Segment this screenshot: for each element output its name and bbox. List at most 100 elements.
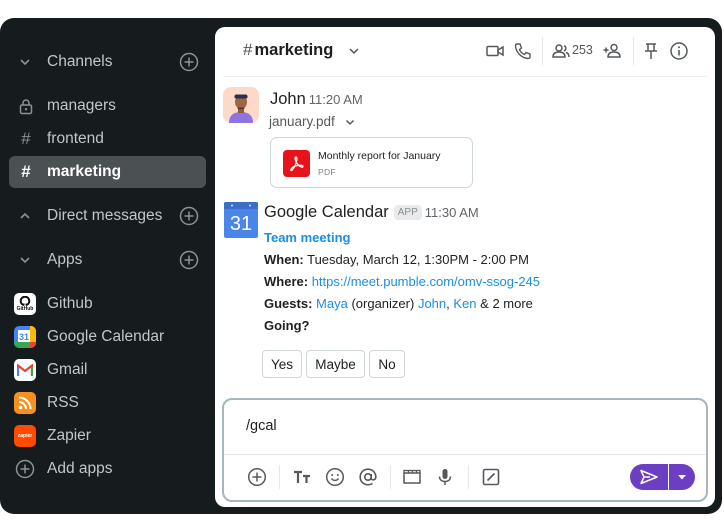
app-label: RSS [47, 394, 79, 411]
meeting-link[interactable]: https://meet.pumble.com/omv-ssog-245 [312, 274, 540, 289]
guest-separator: , [446, 296, 450, 311]
channel-label: marketing [47, 163, 122, 180]
header-divider [633, 37, 634, 65]
phone-call-icon[interactable] [513, 41, 533, 61]
rsvp-maybe-button[interactable]: Maybe [306, 350, 365, 378]
file-name: january.pdf [269, 114, 335, 129]
message-timestamp: 11:30 AM [424, 205, 479, 220]
channels-header-label: Channels [47, 53, 113, 70]
toolbar-divider [390, 465, 391, 489]
add-icon [15, 459, 35, 479]
app-badge: APP [393, 205, 422, 220]
sidebar-app-gmail[interactable]: Gmail [0, 355, 215, 385]
toolbar-divider [468, 465, 469, 489]
message-timestamp: 11:20 AM [308, 92, 363, 107]
chevron-down-icon[interactable] [18, 253, 32, 267]
rss-logo-icon [14, 392, 36, 414]
author-name[interactable]: Google Calendar [264, 203, 389, 221]
app-label: Google Calendar [47, 328, 165, 345]
sidebar-channel-managers[interactable]: managers [9, 90, 206, 122]
text-format-icon[interactable] [292, 467, 312, 487]
channel-label: frontend [47, 130, 104, 147]
emoji-icon[interactable] [325, 467, 345, 487]
add-member-icon[interactable] [602, 41, 622, 61]
direct-messages-section-header[interactable]: Direct messages [0, 201, 215, 231]
add-channel-icon[interactable] [179, 52, 199, 72]
file-name-row[interactable]: january.pdf [269, 114, 356, 129]
members-icon[interactable] [551, 41, 571, 61]
file-attachment-card[interactable]: Monthly report for January PDF [270, 137, 473, 188]
going-label: Going? [264, 318, 310, 333]
add-app-icon[interactable] [179, 250, 199, 270]
slash-command-icon[interactable] [481, 467, 501, 487]
header-divider [542, 37, 543, 65]
info-icon[interactable] [669, 41, 689, 61]
message-input[interactable] [246, 418, 686, 434]
add-apps-label: Add apps [47, 460, 113, 477]
composer-divider [224, 454, 706, 455]
sidebar-channel-frontend[interactable]: # frontend [9, 123, 206, 155]
send-icon [640, 469, 658, 485]
app-label: Gmail [47, 361, 88, 378]
attach-plus-icon[interactable] [247, 467, 267, 487]
sidebar-app-rss[interactable]: RSS [0, 388, 215, 418]
send-button[interactable] [630, 464, 668, 490]
gmail-logo-icon [14, 359, 36, 381]
hash-icon: # [21, 162, 31, 181]
avatar-john[interactable] [223, 87, 259, 123]
guest-link[interactable]: Maya [316, 296, 348, 311]
member-count[interactable]: 253 [572, 43, 593, 57]
sidebar-app-zapier[interactable]: zapier Zapier [0, 421, 215, 451]
rsvp-no-button[interactable]: No [369, 350, 405, 378]
sidebar-app-github[interactable]: GitHub Github [0, 289, 215, 319]
send-options-button[interactable] [669, 464, 695, 490]
avatar-google-calendar[interactable]: 31 [223, 202, 259, 238]
sidebar-app-google-calendar[interactable]: 31 Google Calendar [0, 322, 215, 352]
mention-icon[interactable] [358, 467, 378, 487]
guest-link[interactable]: Ken [453, 296, 476, 311]
when-value: Tuesday, March 12, 1:30PM - 2:00 PM [307, 252, 529, 267]
guest-link[interactable]: John [418, 296, 446, 311]
add-dm-icon[interactable] [179, 206, 199, 226]
attachment-type: PDF [318, 167, 336, 177]
dm-header-label: Direct messages [47, 207, 163, 224]
rsvp-yes-button[interactable]: Yes [262, 350, 302, 378]
channel-label: managers [47, 97, 116, 114]
header-bottom-divider [223, 76, 707, 77]
channel-title[interactable]: # marketing [243, 40, 333, 60]
event-going-prompt: Going? [264, 318, 310, 333]
message-author[interactable]: Google Calendar APP 11:30 AM [264, 203, 479, 222]
guests-more: & 2 more [480, 296, 533, 311]
channels-section-header[interactable]: Channels [0, 47, 215, 77]
chevron-up-icon[interactable] [18, 209, 32, 223]
github-logo-icon: GitHub [14, 293, 36, 315]
attachment-title: Monthly report for January [318, 150, 441, 162]
author-name[interactable]: John [270, 90, 306, 108]
zapier-logo-text: zapier [17, 433, 33, 439]
lock-icon [17, 97, 35, 115]
event-when: When: Tuesday, March 12, 1:30PM - 2:00 P… [264, 252, 529, 267]
event-where: Where: https://meet.pumble.com/omv-ssog-… [264, 274, 540, 289]
add-apps-button[interactable]: Add apps [0, 454, 215, 484]
channel-header: # marketing 253 [215, 27, 715, 75]
sidebar-channel-marketing[interactable]: # marketing [9, 156, 206, 188]
caret-down-icon [678, 475, 686, 480]
event-guests: Guests: Maya (organizer) John, Ken & 2 m… [264, 296, 533, 311]
gcal-logo-text: 31 [19, 332, 29, 342]
chevron-down-icon[interactable] [344, 116, 356, 128]
when-label: When: [264, 252, 304, 267]
microphone-icon[interactable] [435, 467, 455, 487]
video-clip-icon[interactable] [402, 467, 422, 487]
channel-name: marketing [254, 40, 334, 59]
guests-label: Guests: [264, 296, 313, 311]
app-label: Zapier [47, 427, 91, 444]
message-author[interactable]: John 11:20 AM [270, 90, 363, 109]
pin-icon[interactable] [641, 41, 661, 61]
where-label: Where: [264, 274, 309, 289]
chevron-down-icon[interactable] [18, 55, 32, 69]
apps-section-header[interactable]: Apps [0, 245, 215, 275]
toolbar-divider [279, 465, 280, 489]
video-call-icon[interactable] [485, 41, 505, 61]
event-title-link[interactable]: Team meeting [264, 230, 350, 245]
chevron-down-icon[interactable] [347, 44, 361, 58]
